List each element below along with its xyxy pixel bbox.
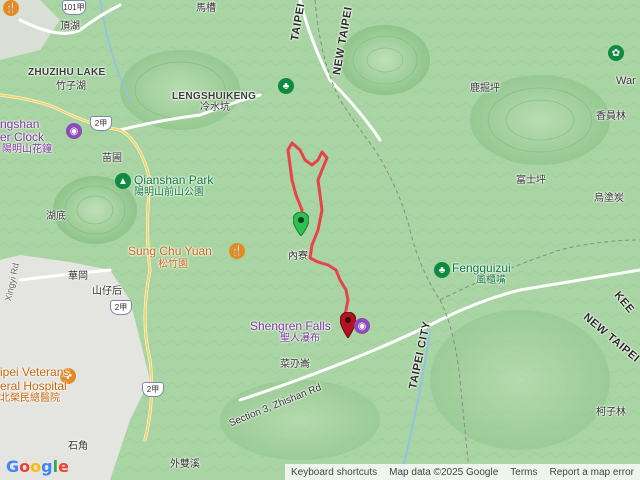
flower-icon[interactable]: ✿ — [608, 45, 624, 61]
label-neiliao: 內寮 — [288, 251, 308, 262]
label-fengguizui-cn: 風櫃嘴 — [476, 275, 506, 286]
camera-icon[interactable]: ◉ — [354, 318, 370, 334]
label-clock-en-1: ngshan — [0, 117, 40, 131]
label-shengren-falls: Shengren Falls — [250, 319, 331, 333]
label-maocao: 馬槽 — [196, 3, 216, 14]
route-shield-2jia-b: 2甲 — [110, 300, 132, 315]
restaurant-icon[interactable]: 🍴 — [229, 243, 245, 259]
google-logo: Google — [6, 457, 69, 476]
label-xiangyuanlin: 香員林 — [596, 111, 626, 122]
label-lengshuikeng-cn: 冷水坑 — [200, 102, 230, 113]
report-error-link[interactable]: Report a map error — [544, 467, 640, 478]
label-kezilin: 柯子林 — [596, 407, 626, 418]
label-veterans-2: eral Hospital — [0, 379, 67, 393]
label-zhuzihu-cn: 竹子湖 — [56, 81, 86, 92]
start-marker-icon[interactable] — [293, 212, 309, 236]
label-hudi: 湖底 — [46, 211, 66, 222]
label-shengren-cn: 聖人瀑布 — [280, 333, 320, 344]
attribution-bar: Keyboard shortcuts Map data ©2025 Google… — [284, 464, 640, 480]
label-fengguizui: Fengguizui — [452, 261, 511, 275]
label-sung-chu-cn: 松竹園 — [158, 259, 188, 270]
label-lujueping: 鹿掘坪 — [470, 83, 500, 94]
route-shield-101: 101甲 — [62, 0, 86, 15]
label-wututan: 烏塗炭 — [594, 193, 624, 204]
map-data-text: Map data ©2025 Google — [389, 466, 499, 478]
label-veterans-cn: 北榮民總醫院 — [0, 393, 60, 404]
label-lengshuikeng: LENGSHUIKENG — [172, 91, 257, 102]
hiking-icon[interactable]: ♣ — [434, 262, 450, 278]
label-veterans-1: ipei Veterans — [0, 365, 70, 379]
keyboard-shortcuts-link[interactable]: Keyboard shortcuts — [285, 467, 383, 478]
tree-icon[interactable]: ▲ — [115, 173, 131, 189]
camera-icon[interactable]: ◉ — [66, 123, 82, 139]
label-yeqieliao: 菜刅崙 — [280, 359, 310, 370]
label-zhuzihu-lake: ZHUZIHU LAKE — [28, 67, 106, 78]
label-sung-chu-yuan: Sung Chu Yuan — [128, 244, 212, 258]
route-shield-2jia-a: 2甲 — [90, 116, 112, 131]
label-shanzaihou: 山仔后 — [92, 286, 122, 297]
hiking-icon[interactable]: ♣ — [278, 78, 294, 94]
label-qianshan-cn: 陽明山前山公園 — [134, 187, 204, 198]
label-miaopu: 苗圃 — [102, 153, 122, 164]
label-shijiao: 石角 — [68, 441, 88, 452]
terms-link[interactable]: Terms — [504, 467, 543, 478]
label-fushiping: 富士坪 — [516, 175, 546, 186]
label-clock-cn: 陽明山花鐘 — [2, 144, 52, 155]
map-canvas[interactable]: 101甲 2甲 2甲 2甲 🍴 ◉ ▲ 🍴 ✚ ♣ ◉ ♣ ✿ 頂湖 ZHUZI… — [0, 0, 640, 480]
restaurant-icon[interactable]: 🍴 — [3, 0, 19, 16]
label-dinghu: 頂湖 — [60, 21, 80, 32]
label-qianshan-park: Qianshan Park — [134, 173, 214, 187]
label-war: War — [616, 75, 636, 87]
label-waishuangxi: 外雙溪 — [170, 459, 200, 470]
label-huagang: 華岡 — [68, 271, 88, 282]
label-clock-en-2: er Clock — [0, 130, 45, 144]
route-shield-2jia-c: 2甲 — [142, 382, 164, 397]
